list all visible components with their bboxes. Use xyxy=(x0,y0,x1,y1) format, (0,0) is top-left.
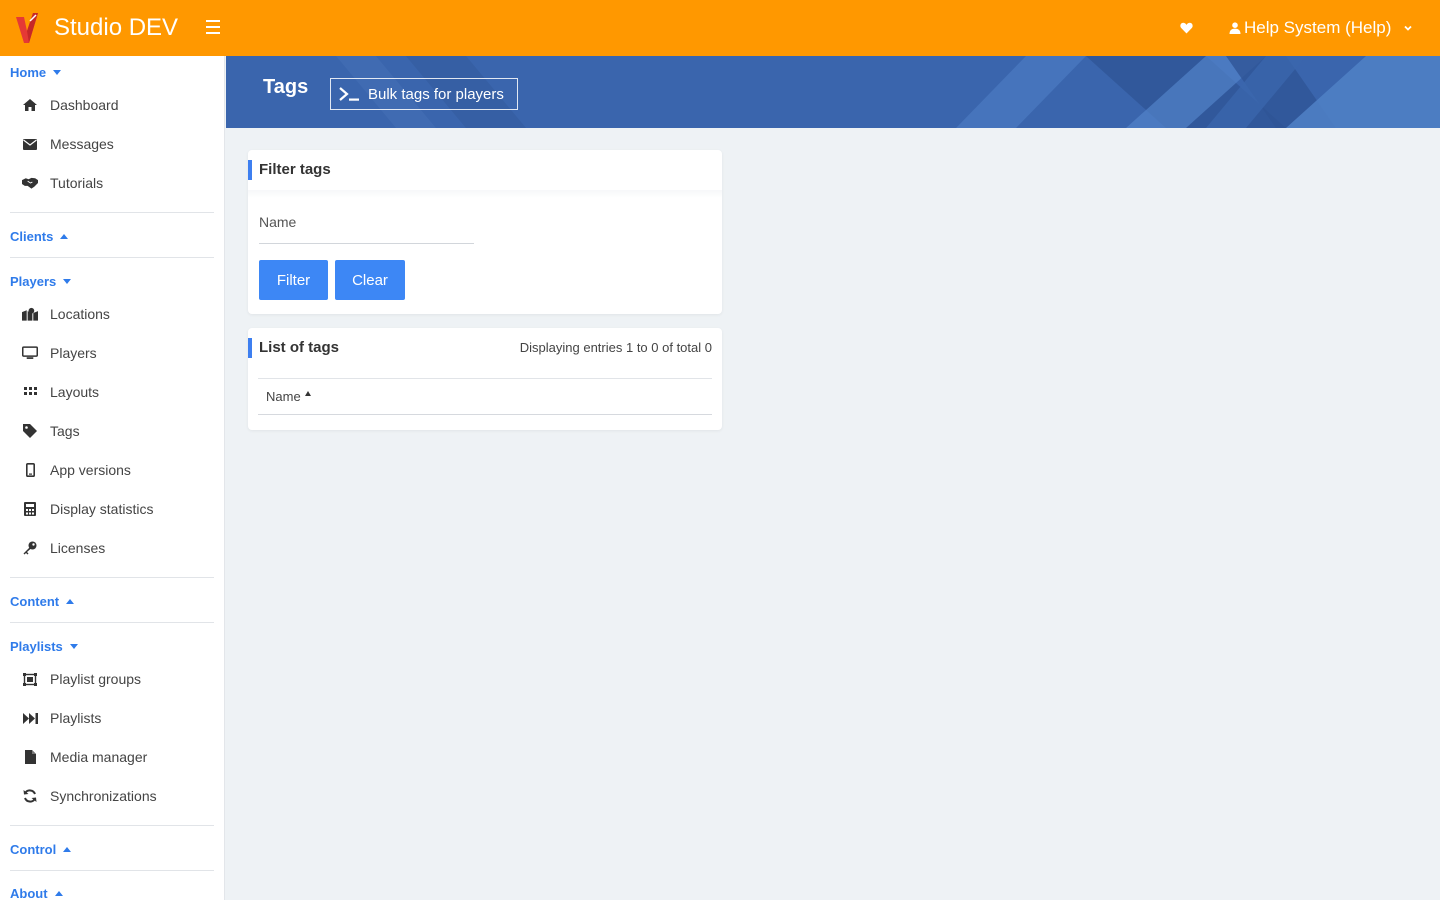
section-label: Home xyxy=(10,65,47,80)
grid-icon xyxy=(22,384,38,400)
card-title: Filter tags xyxy=(248,160,331,180)
sync-icon xyxy=(22,788,38,804)
sidebar-item-tags[interactable]: Tags xyxy=(22,420,80,442)
sidebar-item-label: Synchronizations xyxy=(50,788,157,804)
sidebar-section-players[interactable]: Players xyxy=(10,274,72,289)
sidebar-section-control[interactable]: Control xyxy=(10,842,72,857)
caret-up-icon xyxy=(63,847,72,852)
card-title: List of tags xyxy=(248,338,339,358)
key-icon xyxy=(22,540,38,556)
page-header: Tags Bulk tags for players xyxy=(226,56,1440,128)
sidebar-item-layouts[interactable]: Layouts xyxy=(22,381,99,403)
terminal-icon xyxy=(339,87,359,101)
sidebar-item-media-manager[interactable]: Media manager xyxy=(22,746,147,768)
sidebar: Home Dashboard Messages Tutorials Client… xyxy=(0,56,225,900)
sidebar-item-label: Display statistics xyxy=(50,501,154,517)
divider xyxy=(10,212,214,213)
sidebar-section-about[interactable]: About xyxy=(10,886,63,900)
sidebar-item-label: Players xyxy=(50,345,97,361)
logo-icon[interactable] xyxy=(14,11,40,45)
page-title: Tags xyxy=(263,76,309,98)
sidebar-item-tutorials[interactable]: Tutorials xyxy=(22,172,103,194)
filter-card: Filter tags Name Filter Clear xyxy=(248,150,722,314)
chevron-down-icon xyxy=(1404,25,1413,31)
file-icon xyxy=(22,749,38,765)
divider xyxy=(10,257,214,258)
envelope-icon xyxy=(22,136,38,152)
user-icon xyxy=(1229,22,1241,34)
section-label: Playlists xyxy=(10,639,63,654)
entries-count: Displaying entries 1 to 0 of total 0 xyxy=(519,340,712,355)
sidebar-item-messages[interactable]: Messages xyxy=(22,133,114,155)
caret-down-icon xyxy=(69,644,78,649)
divider xyxy=(10,577,214,578)
favorites-heart-icon[interactable] xyxy=(1180,22,1193,34)
map-marker-icon xyxy=(22,306,38,322)
sidebar-item-dashboard[interactable]: Dashboard xyxy=(22,94,119,116)
app-brand[interactable]: Studio DEV xyxy=(54,14,178,42)
sidebar-item-label: Tags xyxy=(50,423,80,439)
bulk-tags-label: Bulk tags for players xyxy=(368,85,504,103)
section-label: About xyxy=(10,886,48,900)
fast-forward-icon xyxy=(22,710,38,726)
clear-button[interactable]: Clear xyxy=(335,260,405,300)
sidebar-item-label: App versions xyxy=(50,462,131,478)
sidebar-section-clients[interactable]: Clients xyxy=(10,229,69,244)
sidebar-item-playlists[interactable]: Playlists xyxy=(22,707,101,729)
home-icon xyxy=(22,97,38,113)
sidebar-item-label: Locations xyxy=(50,306,110,322)
sidebar-item-label: Layouts xyxy=(50,384,100,400)
tags-table: Name xyxy=(258,378,712,415)
section-label: Clients xyxy=(10,229,54,244)
sidebar-item-label: Playlist groups xyxy=(50,671,142,687)
monitor-icon xyxy=(22,345,38,361)
section-label: Control xyxy=(10,842,57,857)
sidebar-item-label: Media manager xyxy=(50,749,148,765)
sidebar-item-licenses[interactable]: Licenses xyxy=(22,537,105,559)
section-label: Content xyxy=(10,594,60,609)
sort-asc-icon xyxy=(304,391,311,396)
caret-up-icon xyxy=(60,234,69,239)
sidebar-item-label: Tutorials xyxy=(50,175,104,191)
tag-icon xyxy=(22,423,38,439)
mobile-icon xyxy=(22,462,38,478)
user-name: Help System (Help) xyxy=(1244,18,1392,37)
caret-down-icon xyxy=(53,70,62,75)
divider xyxy=(10,622,214,623)
menu-toggle-icon[interactable] xyxy=(206,20,222,36)
caret-up-icon xyxy=(54,891,63,896)
calculator-icon xyxy=(22,501,38,517)
column-label: Name xyxy=(266,389,301,404)
tags-list-card: List of tags Displaying entries 1 to 0 o… xyxy=(248,328,722,430)
sidebar-item-label: Dashboard xyxy=(50,97,119,113)
sidebar-item-label: Licenses xyxy=(50,540,106,556)
sidebar-item-locations[interactable]: Locations xyxy=(22,303,110,325)
user-menu[interactable]: Help System (Help) xyxy=(1229,17,1413,39)
sidebar-item-players[interactable]: Players xyxy=(22,342,97,364)
top-bar: Studio DEV Help System (Help) xyxy=(0,0,1440,56)
sidebar-item-display-statistics[interactable]: Display statistics xyxy=(22,498,153,520)
name-filter-input[interactable]: Name xyxy=(259,208,474,244)
object-group-icon xyxy=(22,671,38,687)
divider xyxy=(10,825,214,826)
sidebar-item-label: Messages xyxy=(50,136,114,152)
column-header-name[interactable]: Name xyxy=(266,389,311,404)
sidebar-section-home[interactable]: Home xyxy=(10,65,62,80)
sidebar-section-content[interactable]: Content xyxy=(10,594,75,609)
filter-button[interactable]: Filter xyxy=(259,260,328,300)
sidebar-item-playlist-groups[interactable]: Playlist groups xyxy=(22,668,141,690)
sidebar-section-playlists[interactable]: Playlists xyxy=(10,639,78,654)
bulk-tags-button[interactable]: Bulk tags for players xyxy=(330,78,518,110)
card-header-separator xyxy=(248,190,722,198)
sidebar-item-label: Playlists xyxy=(50,710,102,726)
divider xyxy=(10,870,214,871)
caret-down-icon xyxy=(63,279,72,284)
section-label: Players xyxy=(10,274,57,289)
sidebar-item-synchronizations[interactable]: Synchronizations xyxy=(22,785,157,807)
handshake-icon xyxy=(22,175,38,191)
sidebar-item-app-versions[interactable]: App versions xyxy=(22,459,131,481)
caret-up-icon xyxy=(66,599,75,604)
